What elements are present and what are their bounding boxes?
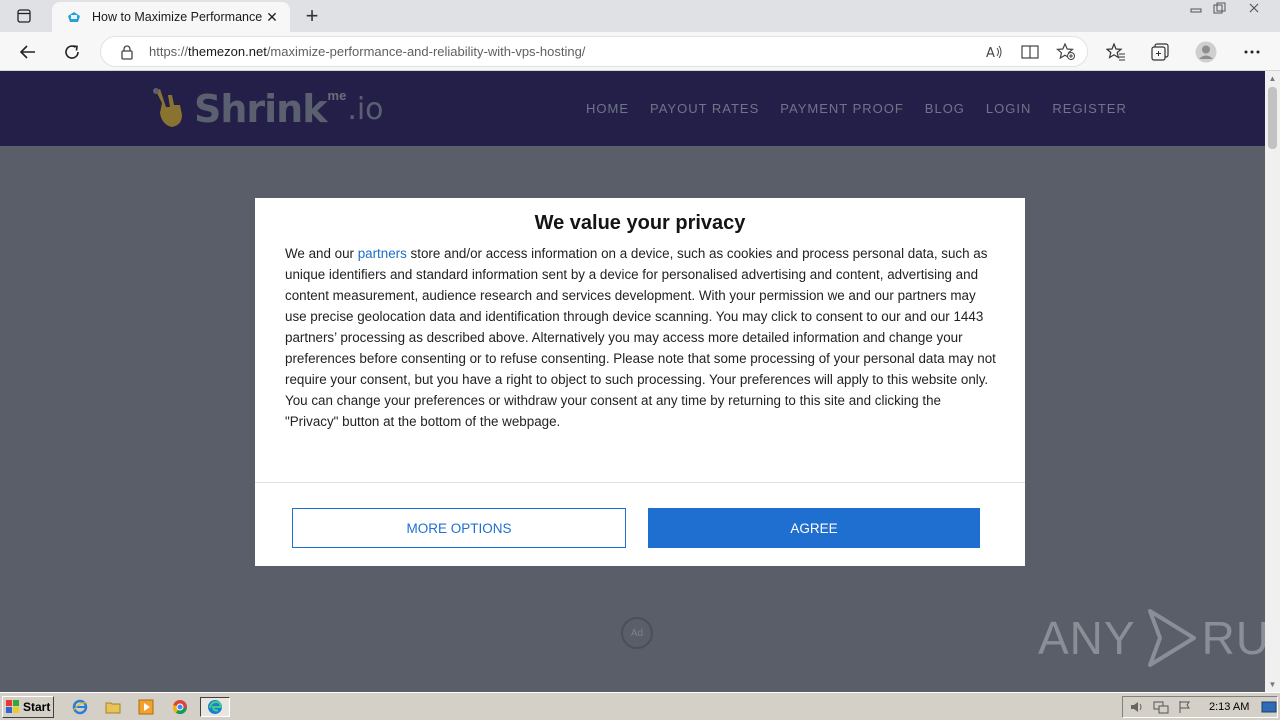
file-explorer-icon[interactable] [102, 697, 124, 717]
internet-explorer-icon[interactable] [69, 697, 91, 717]
immersive-reader-icon[interactable] [1019, 42, 1041, 62]
logo-io: .io [347, 91, 384, 127]
lock-icon[interactable] [119, 44, 135, 60]
windows-logo-icon [6, 700, 19, 713]
more-options-button[interactable]: MORE OPTIONS [292, 508, 626, 548]
browser-tab-active[interactable]: How to Maximize Performance ✕ [52, 2, 290, 32]
privacy-consent-dialog: We value your privacy We and our partner… [255, 198, 1025, 566]
nav-blog[interactable]: BLOG [925, 101, 965, 116]
show-desktop-icon[interactable] [1261, 700, 1277, 714]
taskbar-clock[interactable]: 2:13 AM [1209, 701, 1249, 713]
dialog-divider [255, 482, 1025, 483]
nav-home[interactable]: HOME [586, 101, 629, 116]
site-header: Shrink me .io HOME PAYOUT RATES PAYMENT … [0, 71, 1265, 146]
web-page: Shrink me .io HOME PAYOUT RATES PAYMENT … [0, 71, 1265, 692]
restore-window-icon[interactable] [1208, 0, 1232, 16]
media-player-icon[interactable] [135, 697, 157, 717]
refresh-icon[interactable] [58, 38, 86, 66]
consent-body: We and our partners store and/or access … [285, 246, 996, 429]
minimize-window-icon[interactable] [1184, 0, 1208, 16]
site-favicon-icon [68, 12, 80, 22]
taskbar: Start 2:13 AM [0, 692, 1280, 720]
close-tab-icon[interactable]: ✕ [264, 9, 280, 25]
browser-toolbar: https://themezon.net/maximize-performanc… [0, 32, 1280, 71]
add-favorite-icon[interactable] [1055, 42, 1077, 62]
page-scrollbar[interactable]: ▲ ▼ [1265, 71, 1280, 692]
site-nav: HOME PAYOUT RATES PAYMENT PROOF BLOG LOG… [586, 101, 1148, 116]
start-button[interactable]: Start [2, 696, 54, 718]
logo-hand-icon [153, 88, 182, 127]
close-window-icon[interactable] [1242, 0, 1266, 16]
logo-text: Shrink [194, 87, 328, 131]
nav-login[interactable]: LOGIN [986, 101, 1031, 116]
scroll-thumb[interactable] [1268, 87, 1277, 149]
read-aloud-icon[interactable]: A [983, 42, 1005, 62]
edge-taskbar-icon[interactable] [200, 697, 230, 717]
scroll-up-icon[interactable]: ▲ [1265, 71, 1280, 86]
tab-actions-icon[interactable] [10, 5, 38, 27]
nav-payout-rates[interactable]: PAYOUT RATES [650, 101, 759, 116]
network-icon[interactable] [1153, 700, 1169, 714]
nav-register[interactable]: REGISTER [1052, 101, 1126, 116]
chrome-icon[interactable] [169, 697, 191, 717]
action-center-flag-icon[interactable] [1177, 700, 1193, 714]
browser-tab-bar: How to Maximize Performance ✕ + [0, 0, 1280, 32]
url-text[interactable]: https://themezon.net/maximize-performanc… [149, 44, 585, 59]
anyrun-watermark: ANY RUN [1038, 607, 1265, 669]
agree-button[interactable]: AGREE [648, 508, 980, 548]
site-logo[interactable]: Shrink me .io [150, 81, 384, 137]
partners-link[interactable]: partners [358, 246, 407, 261]
play-logo-icon [1147, 609, 1196, 667]
ad-badge[interactable]: Ad [621, 617, 653, 649]
logo-me: me [327, 87, 347, 103]
back-icon[interactable] [14, 38, 42, 66]
nav-payment-proof[interactable]: PAYMENT PROOF [780, 101, 904, 116]
collections-icon[interactable] [1146, 38, 1174, 66]
consent-title: We value your privacy [534, 212, 746, 234]
svg-text:A: A [986, 46, 995, 60]
system-tray: 2:13 AM [1122, 696, 1278, 718]
new-tab-icon[interactable]: + [300, 4, 324, 28]
more-menu-icon[interactable] [1238, 38, 1266, 66]
address-bar[interactable]: https://themezon.net/maximize-performanc… [100, 36, 1088, 67]
profile-avatar-icon[interactable] [1192, 38, 1220, 66]
volume-icon[interactable] [1129, 700, 1145, 714]
favorites-icon[interactable] [1102, 38, 1130, 66]
scroll-down-icon[interactable]: ▼ [1265, 677, 1280, 692]
tab-title: How to Maximize Performance [92, 10, 263, 24]
